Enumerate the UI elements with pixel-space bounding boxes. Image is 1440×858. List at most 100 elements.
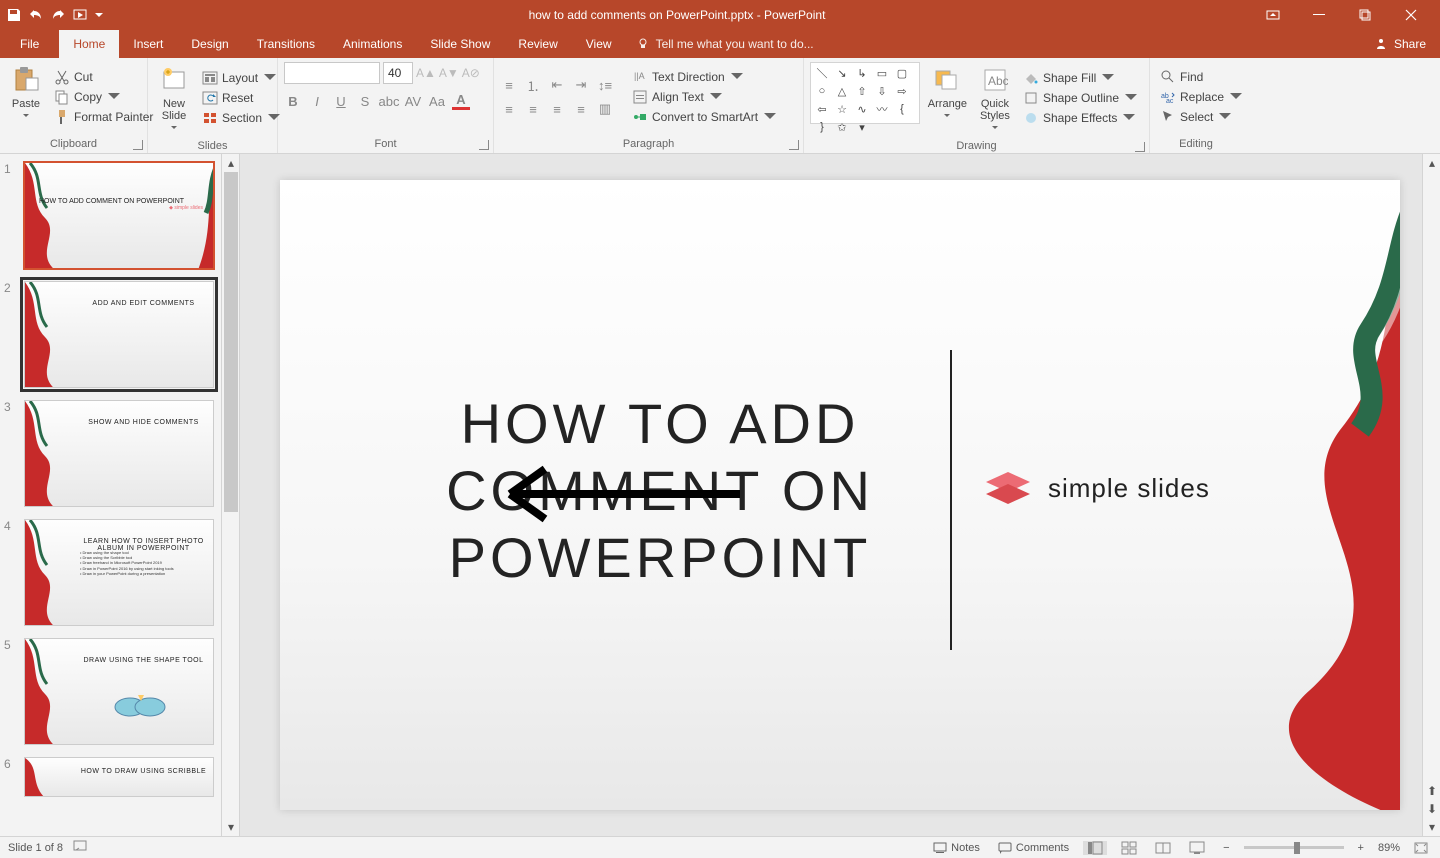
shape-arrow-up-icon[interactable]: ⇧ [853, 83, 871, 99]
slide-thumbnail[interactable]: 6 HOW TO DRAW USING SCRIBBLE [4, 757, 235, 797]
shape-outline-button[interactable]: Shape Outline [1019, 89, 1143, 107]
dialog-launcher-icon[interactable] [133, 140, 143, 150]
bold-icon[interactable]: B [284, 92, 302, 110]
align-right-icon[interactable]: ≡ [548, 100, 566, 118]
shape-arrow-left-icon[interactable]: ⇦ [813, 101, 831, 117]
section-button[interactable]: Section [198, 109, 286, 127]
slide-thumbnail[interactable]: 4 LEARN HOW TO INSERT PHOTO ALBUM IN POW… [4, 519, 235, 626]
quick-styles-button[interactable]: Abc Quick Styles [975, 62, 1015, 134]
shape-more-icon[interactable]: ▾ [853, 119, 871, 135]
shapes-gallery[interactable]: ＼ ↘ ↳ ▭ ▢ ○ △ ⇧ ⇩ ⇨ ⇦ ☆ ∿ 〰 { } ✩ ▾ [810, 62, 920, 124]
shape-line-icon[interactable]: ＼ [813, 65, 831, 81]
copy-button[interactable]: Copy [50, 88, 157, 106]
zoom-level[interactable]: 89% [1378, 842, 1400, 854]
dialog-launcher-icon[interactable] [789, 140, 799, 150]
font-size-input[interactable] [383, 62, 413, 84]
slideshow-view-icon[interactable] [1185, 841, 1209, 855]
thumbnails-scrollbar[interactable]: ▴ ▾ [221, 154, 239, 836]
dialog-launcher-icon[interactable] [479, 140, 489, 150]
shape-scribble-icon[interactable]: 〰 [873, 101, 891, 117]
increase-font-icon[interactable]: A▲ [416, 66, 436, 80]
strikethrough-icon[interactable]: S [356, 92, 374, 110]
zoom-out-button[interactable]: − [1219, 842, 1233, 854]
char-spacing-icon[interactable]: AV [404, 92, 422, 110]
shape-arrow-line-icon[interactable]: ↘ [833, 65, 851, 81]
reset-button[interactable]: Reset [198, 89, 286, 107]
slide-counter[interactable]: Slide 1 of 8 [8, 842, 63, 854]
text-direction-button[interactable]: ||AText Direction [628, 68, 782, 86]
scroll-up-icon[interactable]: ▴ [222, 154, 240, 172]
qat-dropdown-icon[interactable] [94, 10, 104, 20]
change-case-icon[interactable]: Aa [428, 92, 446, 110]
tab-home[interactable]: Home [59, 30, 119, 58]
decrease-indent-icon[interactable]: ⇤ [548, 76, 566, 94]
format-painter-button[interactable]: Format Painter [50, 108, 157, 126]
tab-slideshow[interactable]: Slide Show [416, 30, 504, 58]
slide-canvas[interactable]: HOW TO ADD COMMENT ON POWERPOINT simple … [280, 180, 1400, 810]
close-button[interactable] [1388, 0, 1434, 30]
normal-view-icon[interactable] [1083, 841, 1107, 855]
numbering-icon[interactable]: ⒈ [524, 76, 542, 94]
prev-slide-icon[interactable]: ⬆ [1423, 782, 1440, 800]
shape-callout-icon[interactable]: ✩ [833, 119, 851, 135]
tab-design[interactable]: Design [177, 30, 242, 58]
justify-icon[interactable]: ≡ [572, 100, 590, 118]
minimize-button[interactable] [1296, 0, 1342, 30]
bullets-icon[interactable]: ≡ [500, 76, 518, 94]
shape-roundrect-icon[interactable]: ▢ [893, 65, 911, 81]
select-button[interactable]: Select [1156, 108, 1248, 126]
next-slide-icon[interactable]: ⬇ [1423, 800, 1440, 818]
find-button[interactable]: Find [1156, 68, 1248, 86]
shape-arrow-down-icon[interactable]: ⇩ [873, 83, 891, 99]
cut-button[interactable]: Cut [50, 68, 157, 86]
reading-view-icon[interactable] [1151, 841, 1175, 855]
shape-connector-icon[interactable]: ↳ [853, 65, 871, 81]
maximize-button[interactable] [1342, 0, 1388, 30]
shape-brace-r-icon[interactable]: } [813, 119, 831, 135]
undo-icon[interactable] [28, 7, 44, 23]
shape-rect-icon[interactable]: ▭ [873, 65, 891, 81]
shape-star-icon[interactable]: ☆ [833, 101, 851, 117]
text-shadow-icon[interactable]: abc [380, 92, 398, 110]
share-button[interactable]: Share [1360, 30, 1440, 58]
scroll-down-icon[interactable]: ▾ [222, 818, 240, 836]
redo-icon[interactable] [50, 7, 66, 23]
save-icon[interactable] [6, 7, 22, 23]
italic-icon[interactable]: I [308, 92, 326, 110]
align-left-icon[interactable]: ≡ [500, 100, 518, 118]
shape-triangle-icon[interactable]: △ [833, 83, 851, 99]
tab-review[interactable]: Review [504, 30, 571, 58]
shape-curve-icon[interactable]: ∿ [853, 101, 871, 117]
scroll-down-icon[interactable]: ▾ [1423, 818, 1440, 836]
tab-view[interactable]: View [572, 30, 626, 58]
slide-thumbnail[interactable]: 3 SHOW AND HIDE COMMENTS [4, 400, 235, 507]
shape-circle-icon[interactable]: ○ [813, 83, 831, 99]
line-spacing-icon[interactable]: ↕≡ [596, 76, 614, 94]
tab-insert[interactable]: Insert [119, 30, 177, 58]
tab-animations[interactable]: Animations [329, 30, 416, 58]
start-from-beginning-icon[interactable] [72, 7, 88, 23]
notes-button[interactable]: Notes [929, 842, 984, 854]
slide-thumbnail[interactable]: 1 HOW TO ADD COMMENT ON POWERPOINT ◆ sim… [4, 162, 235, 269]
slide-scrollbar[interactable]: ▴ ⬆ ⬇ ▾ [1422, 154, 1440, 836]
spellcheck-icon[interactable] [73, 840, 89, 855]
convert-smartart-button[interactable]: Convert to SmartArt [628, 108, 782, 126]
comments-button[interactable]: Comments [994, 842, 1073, 854]
ribbon-display-options-icon[interactable] [1250, 0, 1296, 30]
shape-effects-button[interactable]: Shape Effects [1019, 109, 1143, 127]
decrease-font-icon[interactable]: A▼ [439, 66, 459, 80]
fit-to-window-icon[interactable] [1410, 842, 1432, 854]
replace-button[interactable]: abacReplace [1156, 88, 1248, 106]
slide-sorter-view-icon[interactable] [1117, 841, 1141, 855]
shape-brace-l-icon[interactable]: { [893, 101, 911, 117]
arrange-button[interactable]: Arrange [924, 62, 971, 134]
align-center-icon[interactable]: ≡ [524, 100, 542, 118]
slide-thumbnail[interactable]: 5 DRAW USING THE SHAPE TOOL [4, 638, 235, 745]
scroll-up-icon[interactable]: ▴ [1423, 154, 1440, 172]
zoom-in-button[interactable]: + [1354, 842, 1368, 854]
shape-fill-button[interactable]: Shape Fill [1019, 69, 1143, 87]
new-slide-button[interactable]: New Slide [154, 62, 194, 134]
columns-icon[interactable]: ▥ [596, 100, 614, 118]
dialog-launcher-icon[interactable] [1135, 142, 1145, 152]
underline-icon[interactable]: U [332, 92, 350, 110]
